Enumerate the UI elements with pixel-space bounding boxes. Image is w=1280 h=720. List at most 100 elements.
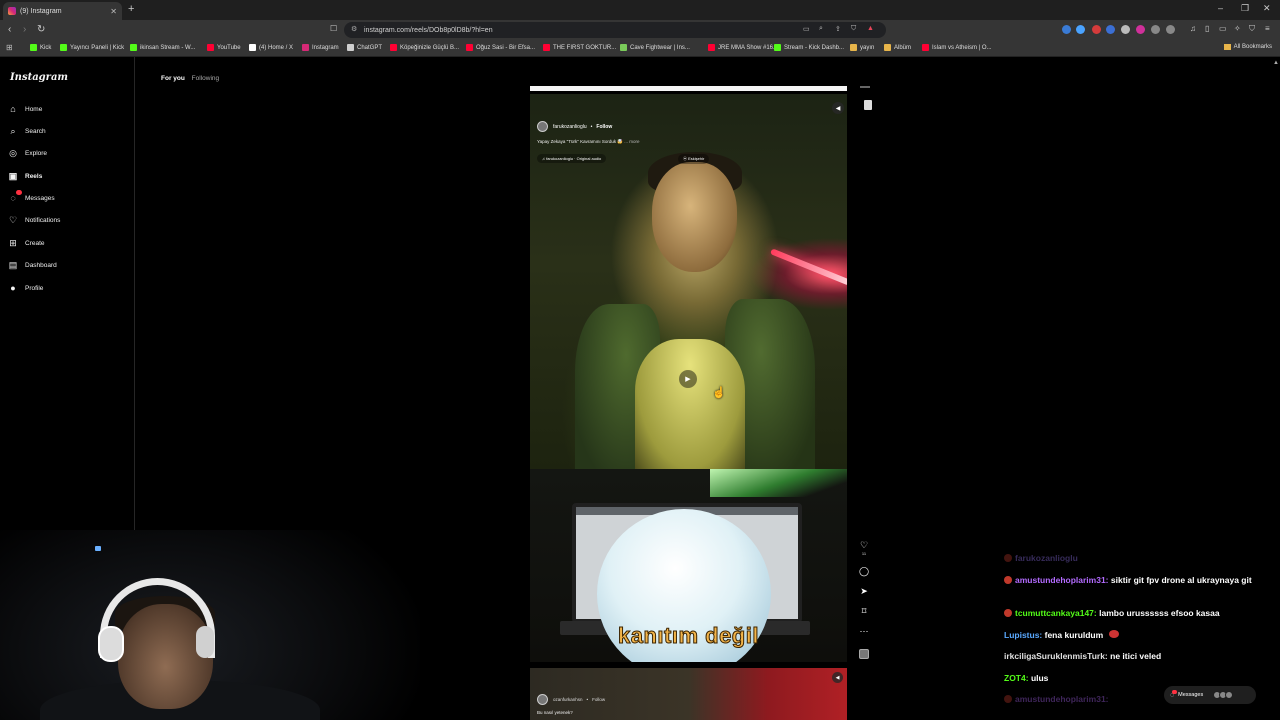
- sidebar-item-reels[interactable]: ▣ Reels: [8, 171, 43, 181]
- chat-username[interactable]: irkciligaSuruklenmisTurk:: [1004, 651, 1108, 661]
- like-button[interactable]: ♡ 11: [857, 540, 871, 556]
- back-icon[interactable]: ‹: [8, 24, 11, 35]
- extension-icon[interactable]: [1092, 25, 1101, 34]
- screen-cast-icon[interactable]: ▭: [803, 25, 810, 33]
- sidebar-item-messages[interactable]: ◌ Messages: [8, 190, 55, 203]
- more-icon[interactable]: ⋯: [857, 626, 871, 637]
- bookmark-item[interactable]: ChatGPT: [347, 44, 382, 51]
- location-pill[interactable]: ⦿ Eskişehir: [678, 154, 710, 164]
- bookmark-item[interactable]: YouTube: [207, 44, 241, 51]
- sidebar-item-profile[interactable]: ● Profile: [8, 283, 43, 293]
- bookmark-star-icon[interactable]: ☐: [330, 24, 337, 33]
- bookmark-item[interactable]: Cave Fightwear | Ins...: [620, 44, 690, 51]
- chat-username[interactable]: Lupistus:: [1004, 630, 1042, 640]
- extension-icon[interactable]: [1076, 25, 1085, 34]
- chat-username[interactable]: farukozanlioglu: [1015, 553, 1078, 563]
- browser-tab-instagram[interactable]: (9) Instagram ✕: [3, 2, 122, 20]
- tab-following[interactable]: Following: [192, 75, 219, 82]
- next-reel-username[interactable]: ozanfurkanhsn: [553, 697, 583, 702]
- author-username[interactable]: farukozanlioglu: [553, 124, 587, 130]
- site-info-icon[interactable]: ⚙: [351, 25, 357, 33]
- shield-icon[interactable]: ⛉: [851, 25, 856, 33]
- menu-icon[interactable]: ≡: [1265, 24, 1270, 33]
- apps-grid-icon[interactable]: ⊞: [6, 43, 13, 52]
- bookmark-item[interactable]: THE FIRST GOKTUR...: [543, 44, 616, 51]
- next-reel-follow-button[interactable]: Follow: [592, 697, 605, 702]
- bookmark-item[interactable]: Stream - Kick Dashb...: [774, 44, 844, 51]
- reel-caption[interactable]: Yapay Zekaya "Türk" Kavramını Sorduk 🤯 .…: [537, 139, 640, 145]
- reel-video[interactable]: kanıtım değil farukozanlioglu • Follow Y…: [530, 94, 847, 662]
- share-icon[interactable]: ➤: [857, 586, 871, 597]
- extension-icon[interactable]: [1062, 25, 1071, 34]
- caption-more-link[interactable]: ... more: [624, 139, 639, 144]
- extension-icon[interactable]: [1136, 25, 1145, 34]
- side-panel-icon[interactable]: ▯: [1205, 24, 1209, 33]
- extension-icon[interactable]: [1106, 25, 1115, 34]
- next-reel-mute-icon[interactable]: ◀: [832, 672, 843, 683]
- restore-icon[interactable]: ❐: [1241, 3, 1249, 14]
- chat-username[interactable]: amustundehoplarim31:: [1015, 694, 1109, 704]
- mute-toggle-icon[interactable]: ◀: [832, 102, 844, 114]
- bookmark-item[interactable]: ikinsan Stream - W...: [130, 44, 195, 51]
- reload-icon[interactable]: ↻: [37, 24, 45, 35]
- bookmark-item[interactable]: Yayıncı Paneli | Kick: [60, 44, 124, 51]
- tab-search-icon[interactable]: ▭: [1219, 24, 1227, 33]
- close-tab-icon[interactable]: ✕: [110, 7, 117, 16]
- scroll-up-arrow-icon[interactable]: ▲: [1273, 60, 1279, 66]
- bookmarks-bar: ⊞ Kick Yayıncı Paneli | Kick ikinsan Strea…: [0, 40, 1280, 57]
- video-subtitle: kanıtım değil: [618, 623, 759, 649]
- minimize-icon[interactable]: –: [1218, 3, 1223, 13]
- more-options-icon[interactable]: [864, 100, 872, 110]
- extension-alert-icon[interactable]: ▲: [867, 25, 874, 32]
- play-icon[interactable]: ▶: [679, 370, 697, 388]
- extension-icon[interactable]: [1121, 25, 1130, 34]
- green-light: [710, 469, 847, 497]
- all-bookmarks-folder[interactable]: All Bookmarks: [1223, 44, 1272, 50]
- zoom-icon[interactable]: ⌕: [819, 25, 823, 33]
- media-icon[interactable]: ♫: [1190, 24, 1196, 33]
- bookmark-item[interactable]: yayın: [850, 44, 874, 51]
- messages-pill[interactable]: ◌ Messages: [1164, 686, 1256, 704]
- instagram-logo[interactable]: Instagram: [10, 72, 68, 83]
- share-icon[interactable]: ⇪: [835, 25, 841, 33]
- sidebar-item-notifications[interactable]: ♡ Notifications: [8, 215, 60, 225]
- original-audio-thumbnail[interactable]: [859, 649, 869, 659]
- chat-username[interactable]: ZOT4:: [1004, 673, 1029, 683]
- explore-icon: ◎: [9, 147, 17, 158]
- bookmark-item[interactable]: JRE MMA Show #16...: [708, 44, 778, 51]
- vpn-icon[interactable]: ⛉: [1249, 24, 1255, 34]
- sidebar-item-create[interactable]: ⊞ Create: [8, 238, 44, 248]
- bookmark-item[interactable]: Kick: [30, 44, 51, 51]
- extension-icon[interactable]: [1151, 25, 1160, 34]
- close-window-icon[interactable]: ✕: [1263, 3, 1271, 14]
- forward-icon[interactable]: ›: [23, 24, 26, 35]
- chat-username[interactable]: amustundehoplarim31:: [1015, 575, 1109, 585]
- sidebar-item-home[interactable]: ⌂ Home: [8, 104, 42, 114]
- video-frame-presenter: [530, 94, 847, 474]
- sidebar-item-search[interactable]: ⌕ Search: [8, 126, 45, 136]
- chat-username[interactable]: tcumuttcankaya147:: [1015, 608, 1097, 618]
- follow-button[interactable]: Follow: [596, 124, 612, 130]
- next-reel-avatar[interactable]: [537, 694, 548, 705]
- sidebar-item-explore[interactable]: ◎ Explore: [8, 148, 47, 158]
- author-avatar[interactable]: [537, 121, 548, 132]
- audio-pill[interactable]: ♫ farukozanlioglu · Original audio: [537, 154, 607, 163]
- chat-text: fena kuruldum: [1044, 630, 1104, 640]
- next-reel-preview[interactable]: ◀ ozanfurkanhsn • Follow Bu nasıl yetene…: [530, 668, 847, 720]
- save-icon[interactable]: ⌑: [857, 606, 871, 617]
- bookmark-label: Oğuz Sasi - Bir Efsa...: [476, 44, 536, 51]
- new-tab-button[interactable]: +: [128, 3, 134, 15]
- bookmark-item[interactable]: Islam vs Atheism | O...: [922, 44, 992, 51]
- leo-icon[interactable]: ✧: [1234, 24, 1241, 33]
- tab-for-you[interactable]: For you: [161, 75, 185, 82]
- bookmark-item[interactable]: Albüm: [884, 44, 911, 51]
- sidebar-item-dashboard[interactable]: ▤ Dashboard: [8, 260, 57, 270]
- folder-icon: [1223, 44, 1231, 50]
- bookmark-item[interactable]: Köpeğinizle Güçlü B...: [390, 44, 459, 51]
- extension-icon[interactable]: [1166, 25, 1175, 34]
- address-bar[interactable]: ⚙ instagram.com/reels/DOb8p0lD8b/?hl=en …: [344, 22, 886, 38]
- bookmark-item[interactable]: Oğuz Sasi - Bir Efsa...: [466, 44, 535, 51]
- bookmark-item[interactable]: (4) Home / X: [249, 44, 293, 51]
- bookmark-item[interactable]: Instagram: [302, 44, 339, 51]
- comment-icon[interactable]: ◯: [857, 566, 871, 577]
